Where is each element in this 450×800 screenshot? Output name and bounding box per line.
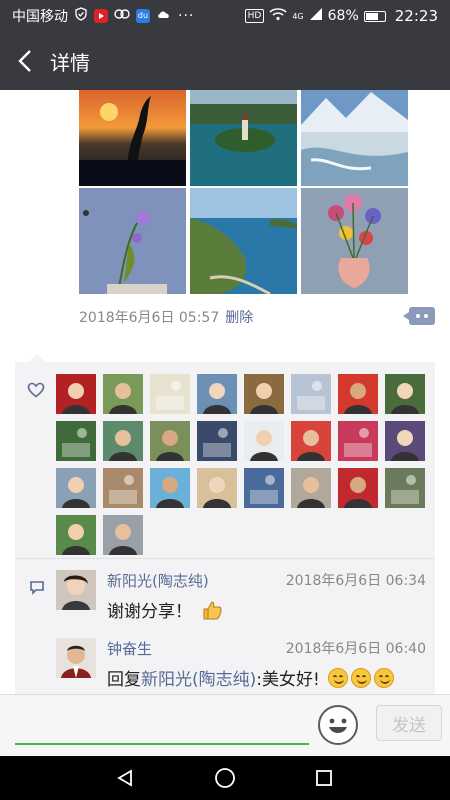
post-timestamp: 2018年6月6日 05:57 <box>79 310 220 326</box>
commenter-avatar[interactable] <box>56 570 96 610</box>
shield-check-icon <box>74 7 88 25</box>
page-title: 详情 <box>50 50 90 75</box>
reply-prefix: 回复 <box>107 670 141 690</box>
commenter-name[interactable]: 钟奋生 <box>107 638 152 659</box>
post-meta: 2018年6月6日 05:57 删除 <box>79 307 253 327</box>
freeconstellation-badge-avatar[interactable] <box>56 374 96 414</box>
man-smiling-avatar[interactable] <box>244 374 284 414</box>
battery-percent: 68% <box>327 8 359 24</box>
emoji-face-icon[interactable] <box>318 705 358 745</box>
system-nav-bar <box>0 756 450 800</box>
woman-portrait-avatar[interactable] <box>197 374 237 414</box>
commenter-avatar[interactable] <box>56 638 96 678</box>
apples-avatar[interactable] <box>291 421 331 461</box>
comment-time: 2018年6月6日 06:34 <box>285 573 426 589</box>
panel-pointer <box>29 354 45 362</box>
network-type-label: 4G <box>292 11 304 21</box>
tree-sketch-avatar[interactable] <box>150 374 190 414</box>
comment-item[interactable]: 钟奋生 2018年6月6日 06:40 回复新阳光(陶志纯):美女好! <box>56 638 426 694</box>
coastal-headland-photo[interactable] <box>190 188 297 294</box>
signal-icon <box>309 7 323 25</box>
waterfall-avatar[interactable] <box>103 421 143 461</box>
purple-flower-arrangement-photo[interactable] <box>79 188 186 294</box>
smile-emoji <box>328 668 349 688</box>
man-field-avatar[interactable] <box>150 421 190 461</box>
more-dots-icon: ··· <box>178 8 195 24</box>
flower-vase-photo[interactable] <box>301 188 408 294</box>
comment-text: 回复新阳光(陶志纯):美女好! <box>107 665 395 690</box>
hd-badge: HD <box>244 9 265 23</box>
garden-avatar[interactable] <box>385 374 425 414</box>
circle-home-icon[interactable] <box>195 756 255 800</box>
woman-smile-avatar[interactable] <box>385 421 425 461</box>
heart-outline-icon <box>27 382 45 398</box>
comment-text: 谢谢分享！ <box>107 597 223 626</box>
street-avatar[interactable] <box>291 468 331 508</box>
carrier-label: 中国移动 <box>12 9 68 25</box>
tower-gate-avatar[interactable] <box>103 374 143 414</box>
panel-divider <box>15 558 435 559</box>
delete-link[interactable]: 删除 <box>225 310 253 326</box>
lake-island-church-photo[interactable] <box>190 90 297 186</box>
back-button[interactable] <box>0 32 50 90</box>
clock: 22:23 <box>394 7 438 25</box>
snowy-scene-avatar[interactable] <box>291 374 331 414</box>
white-flower-avatar[interactable] <box>244 421 284 461</box>
reply-to-name[interactable]: 新阳光(陶志纯) <box>141 670 256 690</box>
back-arrow-icon <box>18 50 31 72</box>
link-app-icon <box>114 7 130 25</box>
video-app-icon <box>94 9 108 23</box>
red-flower-avatar[interactable] <box>338 421 378 461</box>
status-bar: 中国移动 du ··· HD 4G 68% 22:23 <box>0 0 450 32</box>
comment-bubble-icon <box>30 581 44 595</box>
smile-emoji <box>374 668 395 688</box>
bonsai-avatar[interactable] <box>56 421 96 461</box>
commenter-name[interactable]: 新阳光(陶志纯) <box>107 570 209 591</box>
title-bar: 详情 <box>0 32 450 90</box>
interaction-panel: 新阳光(陶志纯) 2018年6月6日 06:34 谢谢分享！ 钟奋生 2018年… <box>15 354 435 694</box>
baidu-app-icon: du <box>136 9 150 23</box>
battery-icon <box>363 10 386 22</box>
red-dress-avatar[interactable] <box>338 468 378 508</box>
triangle-back-icon[interactable] <box>95 756 155 800</box>
thumbs-up-emoji <box>201 599 223 626</box>
more-options-icon[interactable] <box>403 307 435 325</box>
comment-input[interactable] <box>15 703 309 743</box>
wifi-icon <box>269 7 287 25</box>
woman-longhair-avatar[interactable] <box>103 468 143 508</box>
cottage-avatar[interactable] <box>56 468 96 508</box>
beach-people-avatar[interactable] <box>197 468 237 508</box>
palm-beach-avatar[interactable] <box>150 468 190 508</box>
comment-item[interactable]: 新阳光(陶志纯) 2018年6月6日 06:34 谢谢分享！ <box>56 570 426 630</box>
weather-app-icon <box>156 7 172 25</box>
heron-sunset-photo[interactable] <box>79 90 186 186</box>
comment-body: 谢谢分享！ <box>107 602 192 622</box>
post-detail: 2018年6月6日 05:57 删除 新阳光(陶志纯) 2018年6月6日 06:… <box>0 90 450 694</box>
input-underline <box>15 743 309 745</box>
man-suit-avatar[interactable] <box>197 421 237 461</box>
comment-time: 2018年6月6日 06:40 <box>285 641 426 657</box>
comment-input-bar: 发送 <box>0 694 450 756</box>
comment-body: :美女好! <box>256 670 320 690</box>
calligraphy-seal-avatar[interactable] <box>338 374 378 414</box>
man-dark-avatar[interactable] <box>103 515 143 555</box>
square-recent-icon[interactable] <box>294 756 354 800</box>
glacier-river-photo[interactable] <box>301 90 408 186</box>
man-glasses-avatar[interactable] <box>56 515 96 555</box>
send-button[interactable]: 发送 <box>376 705 442 741</box>
smile-emoji <box>351 668 372 688</box>
dancer-avatar[interactable] <box>244 468 284 508</box>
man-outdoor-avatar[interactable] <box>385 468 425 508</box>
